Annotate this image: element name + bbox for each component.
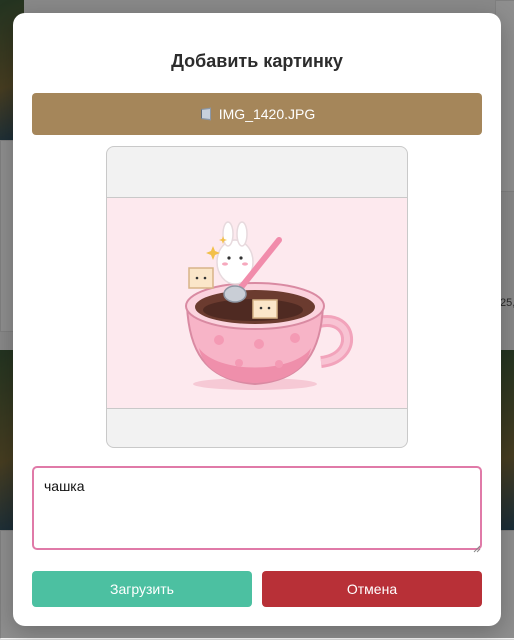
- add-image-modal: Добавить картинку IMG_1420.JPG чашка Заг…: [13, 13, 501, 626]
- choose-file-button[interactable]: IMG_1420.JPG: [32, 93, 482, 135]
- cancel-button-label: Отмена: [346, 581, 398, 597]
- file-icon: [199, 107, 213, 121]
- caption-input[interactable]: чашка: [32, 466, 482, 550]
- modal-title: Добавить картинку: [171, 51, 343, 71]
- bunny-coffee-cup-image: [107, 197, 407, 409]
- upload-button[interactable]: Загрузить: [32, 571, 252, 607]
- resize-grip-icon[interactable]: [473, 540, 481, 553]
- file-name-label: IMG_1420.JPG: [218, 106, 316, 122]
- image-preview: [106, 146, 408, 448]
- upload-button-label: Загрузить: [110, 581, 174, 597]
- cancel-button[interactable]: Отмена: [262, 571, 482, 607]
